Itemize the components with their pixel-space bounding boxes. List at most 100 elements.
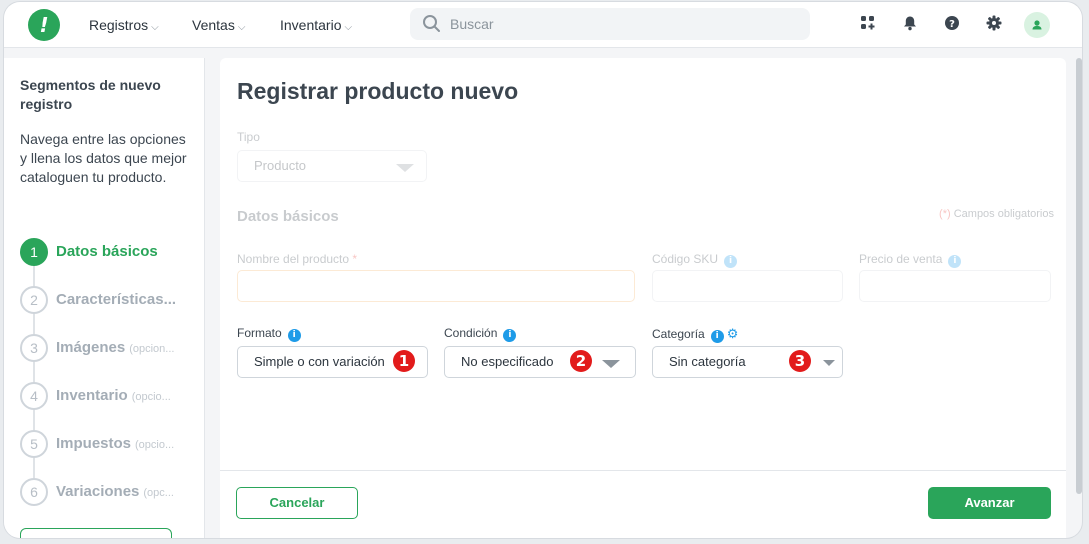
step-label-text: Imágenes — [56, 339, 126, 356]
scrollbar[interactable] — [1076, 58, 1082, 494]
sidebar-action-button[interactable] — [20, 528, 172, 538]
step-label: Datos básicos — [56, 243, 158, 260]
nombre-input[interactable] — [237, 270, 635, 302]
step-badge-1: 1 — [393, 350, 415, 372]
formato-label-text: Formato — [237, 326, 282, 340]
condicion-label: Condición i — [444, 326, 517, 342]
product-form-card: Registrar producto nuevo Tipo Producto D… — [220, 58, 1066, 538]
info-icon[interactable]: i — [724, 255, 738, 268]
tipo-label: Tipo — [237, 130, 260, 144]
info-icon[interactable]: i — [948, 255, 962, 268]
info-icon[interactable]: i — [287, 329, 301, 342]
search-bar[interactable] — [410, 8, 810, 40]
precio-label-text: Precio de venta — [859, 252, 943, 266]
step-datos-basicos[interactable]: 1 Datos básicos — [20, 238, 200, 266]
precio-label: Precio de venta i — [859, 252, 962, 268]
condicion-label-text: Condición — [444, 326, 498, 340]
step-label-text: Impuestos — [56, 435, 132, 452]
apps-icon[interactable] — [858, 15, 878, 35]
page-title: Registrar producto nuevo — [237, 78, 519, 104]
help-icon[interactable]: ? — [942, 15, 962, 35]
nav-inventario-label: Inventario — [280, 17, 342, 33]
chevron-down-icon — [396, 164, 414, 172]
step-number: 1 — [20, 238, 48, 266]
step-number: 2 — [20, 286, 48, 314]
categoria-select-value: Sin categoría — [669, 354, 746, 369]
step-imagenes[interactable]: 3 Imágenes (opcion... — [20, 334, 200, 362]
step-label: Inventario (opcio... — [56, 387, 171, 404]
svg-text:?: ? — [949, 19, 955, 30]
required-asterisk: * — [352, 252, 358, 266]
condicion-select-value: No especificado — [461, 354, 554, 369]
nav-ventas-label: Ventas — [192, 17, 235, 33]
alegra-logo-icon[interactable]: ! — [28, 9, 60, 41]
formato-label: Formato i — [237, 326, 301, 342]
step-inventario[interactable]: 4 Inventario (opcio... — [20, 382, 200, 410]
step-optional-tag: (opc... — [143, 487, 174, 499]
tipo-select[interactable]: Producto — [237, 150, 427, 182]
nombre-label-text: Nombre del producto — [237, 252, 350, 266]
info-icon[interactable]: i — [710, 330, 724, 343]
categoria-label: Categoría i ⚙ — [652, 326, 738, 343]
search-icon — [423, 15, 440, 32]
step-number: 6 — [20, 478, 48, 506]
step-label: Imágenes (opcion... — [56, 339, 174, 356]
step-label-text: Variaciones — [56, 483, 140, 500]
step-optional-tag: (opcion... — [129, 343, 175, 355]
sku-input[interactable] — [652, 270, 843, 302]
step-label-text: Datos básicos — [56, 243, 158, 260]
gear-icon[interactable]: ⚙ — [727, 326, 739, 341]
nav-ventas[interactable]: Ventas ⌵ — [192, 2, 245, 48]
chevron-down-icon: ⌵ — [151, 22, 159, 33]
step-label-text: Inventario — [56, 387, 128, 404]
step-label: Impuestos (opcio... — [56, 435, 174, 452]
top-navbar: ! Registros ⌵ Ventas ⌵ Inventario ⌵ Busc… — [4, 2, 1082, 48]
search-input[interactable] — [450, 8, 790, 40]
chevron-down-icon — [823, 360, 835, 366]
step-label: Características... — [56, 291, 176, 308]
cancel-button[interactable]: Cancelar — [236, 487, 358, 519]
categoria-select[interactable]: Sin categoría — [652, 346, 843, 378]
step-caracteristicas[interactable]: 2 Características... — [20, 286, 200, 314]
step-number: 5 — [20, 430, 48, 458]
sku-label-text: Código SKU — [652, 252, 719, 266]
step-optional-tag: (opcio... — [131, 391, 171, 403]
step-variaciones[interactable]: 6 Variaciones (opc... — [20, 478, 200, 506]
tipo-select-value: Producto — [254, 158, 307, 173]
sidebar-description: Navega entre las opciones y llena los da… — [20, 131, 187, 185]
step-label: Variaciones (opc... — [56, 483, 174, 500]
user-icon — [1032, 20, 1042, 30]
nav-registros[interactable]: Registros ⌵ — [89, 2, 159, 48]
bell-icon[interactable] — [900, 15, 920, 35]
step-number: 4 — [20, 382, 48, 410]
step-badge-3: 3 — [789, 350, 811, 372]
formato-select-value: Simple o con variación — [254, 354, 385, 369]
info-icon[interactable]: i — [503, 329, 517, 342]
chevron-down-icon — [602, 360, 620, 368]
step-optional-tag: (opcio... — [135, 439, 175, 451]
sidebar-title: Segmentos de nuevo registro — [20, 77, 161, 112]
nav-registros-label: Registros — [89, 17, 149, 33]
nav-inventario[interactable]: Inventario ⌵ — [280, 2, 352, 48]
chevron-down-icon: ⌵ — [237, 22, 246, 33]
condicion-select[interactable]: No especificado — [444, 346, 636, 378]
avatar[interactable] — [1024, 12, 1050, 38]
step-label-text: Características... — [56, 291, 177, 308]
sku-label: Código SKU i — [652, 252, 738, 268]
app-window: ! Registros ⌵ Ventas ⌵ Inventario ⌵ Busc… — [4, 2, 1082, 538]
segments-sidebar: Segmentos de nuevo registro Navega entre… — [4, 58, 205, 538]
gear-icon[interactable] — [984, 15, 1004, 35]
step-badge-2: 2 — [570, 350, 592, 372]
nombre-label: Nombre del producto * — [237, 252, 357, 266]
step-number: 3 — [20, 334, 48, 362]
required-fields-note: (*) Campos obligatorios — [939, 208, 1054, 220]
step-impuestos[interactable]: 5 Impuestos (opcio... — [20, 430, 200, 458]
required-mark: (*) — [939, 208, 951, 220]
section-title: Datos básicos — [237, 208, 339, 225]
form-footer: Cancelar Avanzar — [220, 470, 1066, 538]
required-note-text: Campos obligatorios — [953, 208, 1054, 220]
precio-input[interactable] — [859, 270, 1051, 302]
chevron-down-icon: ⌵ — [344, 22, 353, 33]
next-button[interactable]: Avanzar — [928, 487, 1051, 519]
categoria-label-text: Categoría — [652, 327, 705, 341]
